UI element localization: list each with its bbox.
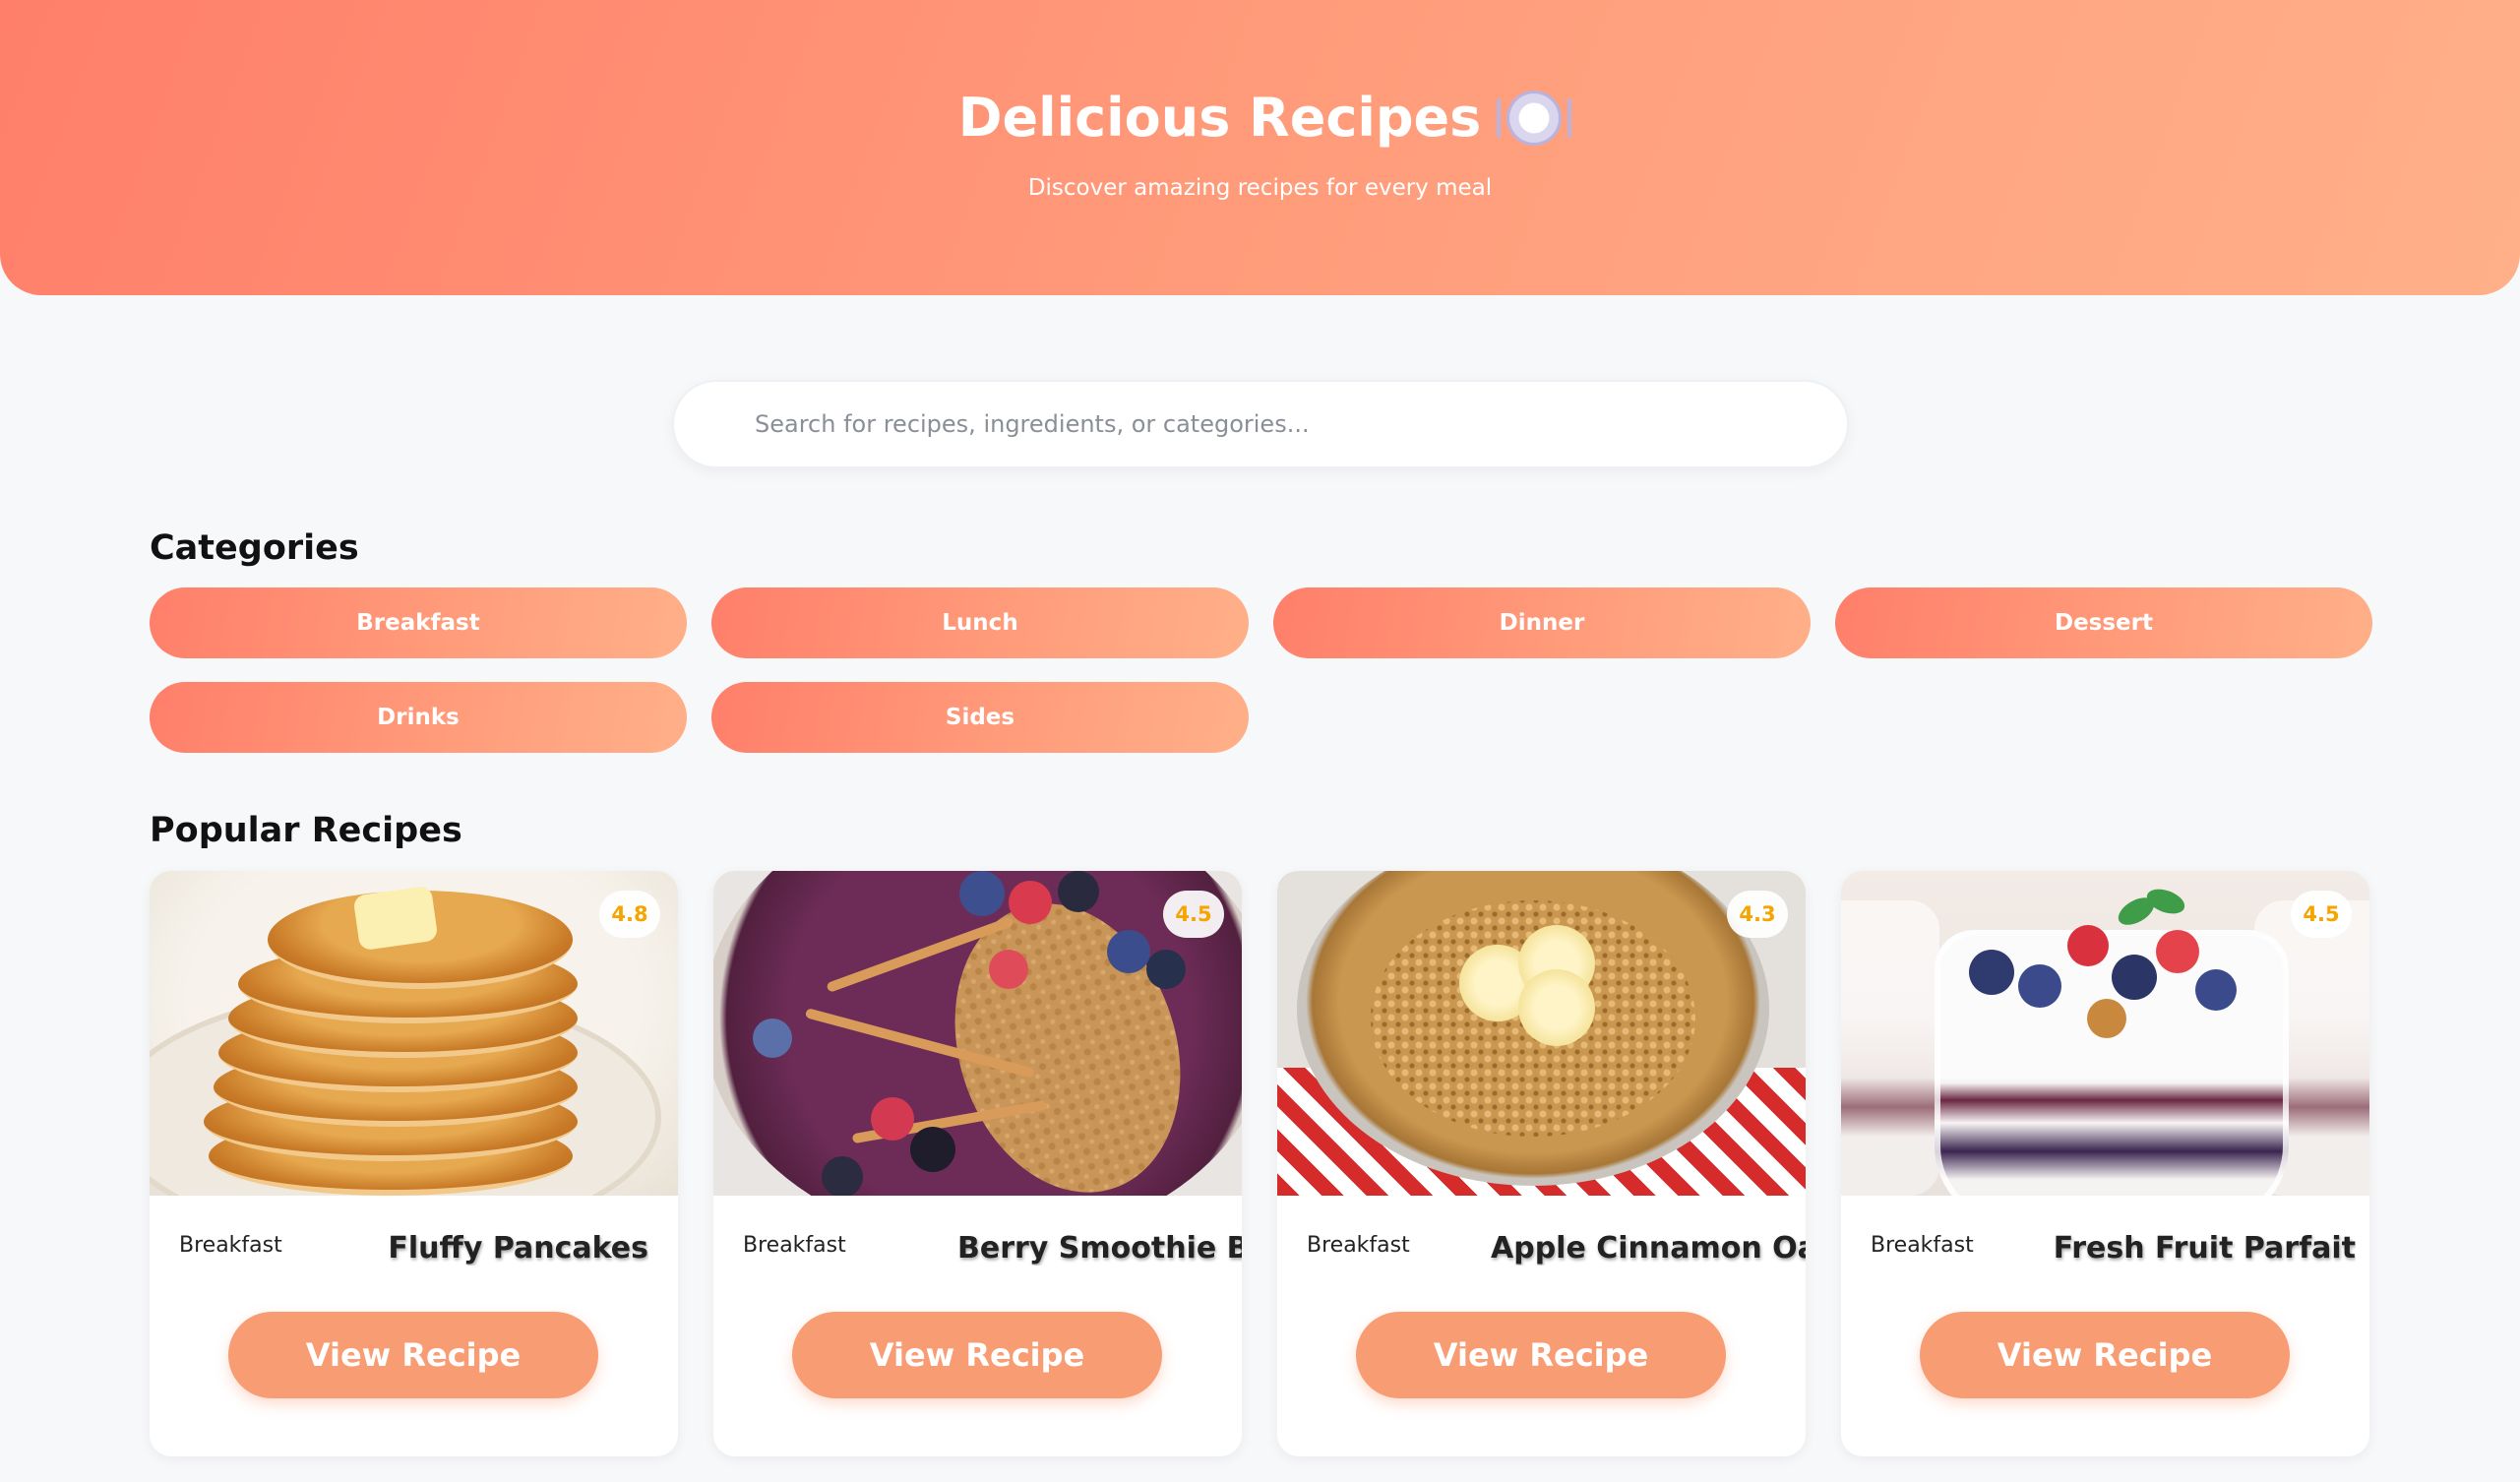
page-title: Delicious Recipes <box>0 87 2520 149</box>
recipe-name: Apple Cinnamon Oatm <box>1491 1231 1806 1266</box>
recipe-name: Fresh Fruit Parfait <box>2053 1231 2356 1266</box>
page-subtitle: Discover amazing recipes for every meal <box>1027 175 1493 201</box>
recipe-card[interactable]: 4.8 Breakfast Fluffy Pancakes View Recip… <box>150 871 678 1456</box>
recipe-meta: Breakfast Apple Cinnamon Oatm <box>1277 1223 1806 1282</box>
recipe-card[interactable]: 4.5 Breakfast Berry Smoothie Bow View Re… <box>713 871 1242 1456</box>
recipe-card[interactable]: 4.3 Breakfast Apple Cinnamon Oatm View R… <box>1277 871 1806 1456</box>
rating-badge: 4.8 <box>599 891 660 938</box>
recipe-category: Breakfast <box>1871 1233 1974 1258</box>
category-list: Breakfast Lunch Dinner Dessert Drinks Si… <box>150 587 2372 753</box>
recipe-image-oatmeal: 4.3 <box>1277 871 1806 1196</box>
categories-heading: Categories <box>150 528 359 568</box>
category-dessert-button[interactable]: Dessert <box>1835 587 2372 658</box>
rating-badge: 4.3 <box>1727 891 1788 938</box>
hero-header: Delicious Recipes Discover amazing recip… <box>0 0 2520 295</box>
view-recipe-button[interactable]: View Recipe <box>228 1312 598 1398</box>
recipe-category: Breakfast <box>743 1233 846 1258</box>
category-lunch-button[interactable]: Lunch <box>711 587 1249 658</box>
recipe-meta: Breakfast Fluffy Pancakes <box>150 1223 678 1282</box>
page-title-text: Delicious Recipes <box>957 87 1482 149</box>
recipe-meta: Breakfast Berry Smoothie Bow <box>713 1223 1242 1282</box>
rating-badge: 4.5 <box>2291 891 2352 938</box>
recipe-category: Breakfast <box>1307 1233 1410 1258</box>
category-breakfast-button[interactable]: Breakfast <box>150 587 687 658</box>
category-dinner-button[interactable]: Dinner <box>1273 587 1811 658</box>
recipe-meta: Breakfast Fresh Fruit Parfait <box>1841 1223 2369 1282</box>
recipe-name: Fluffy Pancakes <box>388 1231 648 1266</box>
rating-badge: 4.5 <box>1163 891 1224 938</box>
popular-recipes-heading: Popular Recipes <box>150 811 462 850</box>
recipe-image-parfait: 4.5 <box>1841 871 2369 1196</box>
recipe-image-pancakes: 4.8 <box>150 871 678 1196</box>
view-recipe-button[interactable]: View Recipe <box>1356 1312 1726 1398</box>
recipe-category: Breakfast <box>179 1233 282 1258</box>
category-sides-button[interactable]: Sides <box>711 682 1249 753</box>
view-recipe-button[interactable]: View Recipe <box>792 1312 1162 1398</box>
recipe-card[interactable]: 4.5 Breakfast Fresh Fruit Parfait View R… <box>1841 871 2369 1456</box>
recipe-grid: 4.8 Breakfast Fluffy Pancakes View Recip… <box>150 871 2369 1456</box>
view-recipe-button[interactable]: View Recipe <box>1920 1312 2290 1398</box>
recipe-image-smoothie-bowl: 4.5 <box>713 871 1242 1196</box>
category-drinks-button[interactable]: Drinks <box>150 682 687 753</box>
plate-icon <box>1497 90 1572 146</box>
search-input[interactable] <box>672 380 1849 468</box>
recipe-name: Berry Smoothie Bow <box>957 1231 1242 1266</box>
